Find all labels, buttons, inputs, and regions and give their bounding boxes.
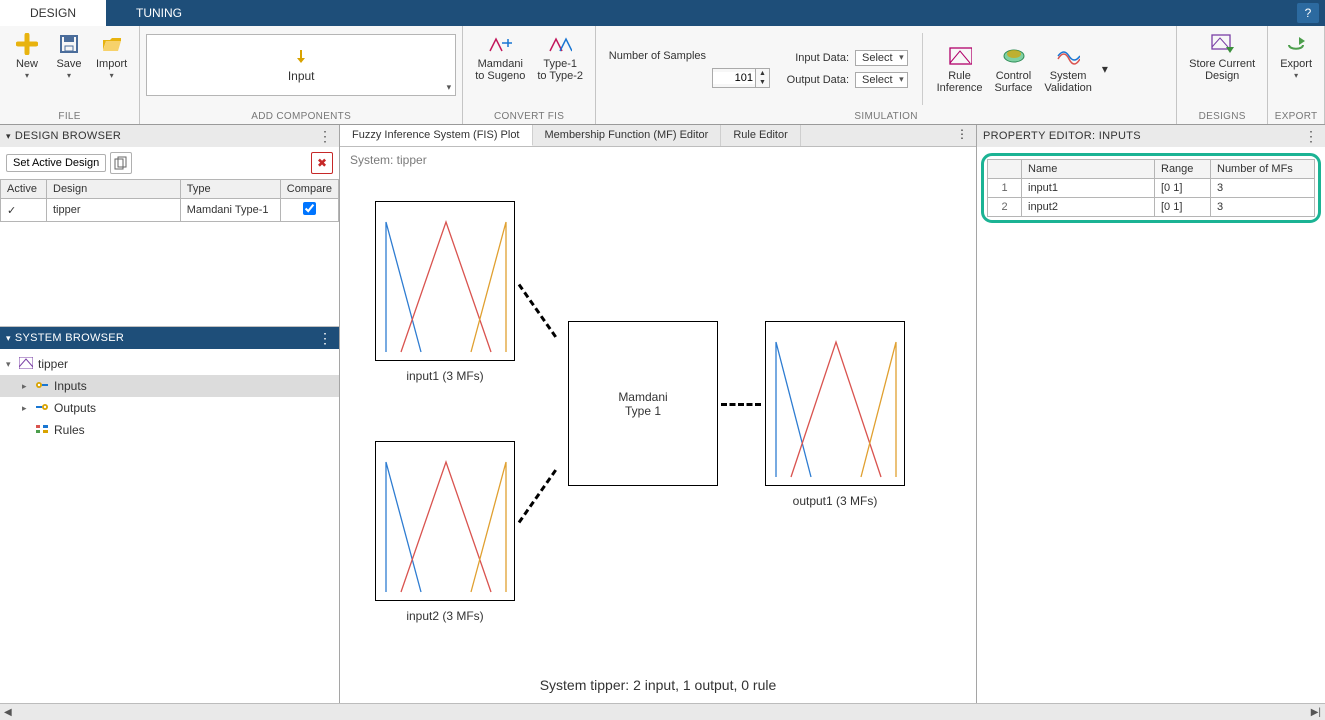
fis-icon	[18, 357, 34, 372]
export-icon	[1284, 32, 1308, 56]
input2-label: input2 (3 MFs)	[375, 609, 515, 623]
group-label-export: EXPORT	[1268, 111, 1324, 124]
connection-line	[518, 469, 557, 523]
group-label-addcomp: ADD COMPONENTS	[140, 111, 462, 124]
output1-node[interactable]	[765, 321, 905, 486]
plus-icon	[15, 32, 39, 56]
input1-node[interactable]	[375, 201, 515, 361]
design-table: Active Design Type Compare ✓ tipper Mamd…	[0, 179, 339, 222]
system-browser: ▾ tipper ▸ Inputs ▸ Outputs Rul	[0, 349, 339, 703]
simulation-overflow[interactable]: ▾	[1098, 62, 1112, 76]
outputs-icon	[34, 401, 50, 416]
output-data-label: Output Data:	[780, 74, 855, 86]
export-button[interactable]: Export▾	[1274, 30, 1318, 82]
delete-design-button[interactable]: ✖	[311, 152, 333, 174]
input-data-label: Input Data:	[780, 52, 855, 64]
type1-to-type2-button[interactable]: Type-1to Type-2	[531, 30, 589, 84]
system-browser-menu[interactable]: ⋮	[318, 330, 333, 347]
new-button[interactable]: New▾	[6, 30, 48, 82]
inputs-table-highlight: Name Range Number of MFs 1 input1 [0 1] …	[981, 153, 1321, 223]
tab-mf-editor[interactable]: Membership Function (MF) Editor	[533, 125, 722, 146]
save-button[interactable]: Save▾	[48, 30, 90, 82]
tab-fis-plot[interactable]: Fuzzy Inference System (FIS) Plot	[340, 125, 533, 146]
input-arrow-icon	[292, 48, 310, 69]
table-row[interactable]: ✓ tipper Mamdani Type-1	[1, 199, 339, 222]
rule-inference-icon	[948, 44, 972, 68]
group-label-designs: DESIGNS	[1177, 111, 1267, 124]
rules-icon	[34, 423, 50, 438]
convert-m2s-icon	[488, 32, 512, 56]
connection-line	[721, 403, 761, 406]
scroll-right-icon[interactable]: ▶|	[1311, 707, 1321, 718]
help-button[interactable]: ?	[1297, 3, 1319, 23]
doc-tabs-menu[interactable]: ⋮	[956, 127, 968, 141]
num-samples-input[interactable]: ▲▼	[712, 68, 770, 88]
input2-node[interactable]	[375, 441, 515, 601]
scroll-left-icon[interactable]: ◀	[4, 707, 12, 718]
app-tab-strip: DESIGN TUNING ?	[0, 0, 1325, 26]
tab-design[interactable]: DESIGN	[0, 0, 106, 26]
add-component-label: Input	[288, 69, 315, 83]
tree-node-outputs[interactable]: ▸ Outputs	[0, 397, 339, 419]
collapse-icon[interactable]: ▾	[6, 333, 11, 344]
system-validation-icon	[1056, 44, 1080, 68]
store-design-icon	[1210, 32, 1234, 56]
input-data-select[interactable]: Select	[855, 50, 908, 66]
output-data-select[interactable]: Select	[855, 72, 908, 88]
folder-open-icon	[100, 32, 124, 56]
group-label-simulation: SIMULATION	[596, 111, 1176, 124]
diagram-footer: System tipper: 2 input, 1 output, 0 rule	[340, 671, 976, 703]
document-tabs: Fuzzy Inference System (FIS) Plot Member…	[340, 125, 976, 147]
design-browser: Set Active Design ✖ Active Design Type C…	[0, 147, 339, 327]
mamdani-node[interactable]: Mamdani Type 1	[568, 321, 718, 486]
toolstrip: New▾ Save▾ Import▾ FILE Input ▾ ADD C	[0, 26, 1325, 125]
output1-label: output1 (3 MFs)	[765, 494, 905, 508]
control-surface-icon	[1001, 44, 1025, 68]
copy-design-button[interactable]	[110, 152, 132, 174]
property-editor-header: PROPERTY EDITOR: INPUTS ⋮	[977, 125, 1325, 147]
group-label-file: FILE	[0, 111, 139, 124]
inputs-table: Name Range Number of MFs 1 input1 [0 1] …	[987, 159, 1315, 217]
system-browser-header: ▾ SYSTEM BROWSER ⋮	[0, 327, 339, 349]
design-browser-menu[interactable]: ⋮	[318, 128, 333, 145]
rule-inference-button[interactable]: RuleInference	[931, 42, 989, 96]
import-button[interactable]: Import▾	[90, 30, 133, 82]
compare-checkbox[interactable]	[303, 202, 316, 215]
set-active-design-button[interactable]: Set Active Design	[6, 154, 106, 172]
table-row[interactable]: 1 input1 [0 1] 3	[988, 179, 1315, 198]
tree-node-rules[interactable]: Rules	[0, 419, 339, 441]
control-surface-button[interactable]: ControlSurface	[988, 42, 1038, 96]
num-samples-label: Number of Samples	[602, 50, 712, 62]
store-current-design-button[interactable]: Store CurrentDesign	[1183, 30, 1261, 84]
tab-rule-editor[interactable]: Rule Editor	[721, 125, 800, 146]
property-editor: Name Range Number of MFs 1 input1 [0 1] …	[977, 147, 1325, 703]
input1-label: input1 (3 MFs)	[375, 369, 515, 383]
tree-node-inputs[interactable]: ▸ Inputs	[0, 375, 339, 397]
save-icon	[57, 32, 81, 56]
system-validation-button[interactable]: SystemValidation	[1038, 42, 1098, 96]
collapse-icon[interactable]: ▾	[6, 131, 11, 142]
property-editor-menu[interactable]: ⋮	[1304, 128, 1319, 145]
inputs-icon	[34, 379, 50, 394]
tree-node-tipper[interactable]: ▾ tipper	[0, 353, 339, 375]
fis-diagram[interactable]: input1 (3 MFs) input2 (3 MFs) Mamdani Ty…	[340, 173, 976, 671]
add-component-dropdown[interactable]: Input ▾	[146, 34, 456, 96]
group-label-convert: CONVERT FIS	[463, 111, 595, 124]
connection-line	[518, 284, 557, 338]
tab-tuning[interactable]: TUNING	[106, 0, 212, 26]
design-browser-header: ▾ DESIGN BROWSER ⋮	[0, 125, 339, 147]
table-row[interactable]: 2 input2 [0 1] 3	[988, 198, 1315, 217]
system-label: System: tipper	[340, 147, 976, 173]
convert-t12-icon	[548, 32, 572, 56]
status-bar: ◀ ▶|	[0, 703, 1325, 720]
mamdani-to-sugeno-button[interactable]: Mamdanito Sugeno	[469, 30, 531, 84]
